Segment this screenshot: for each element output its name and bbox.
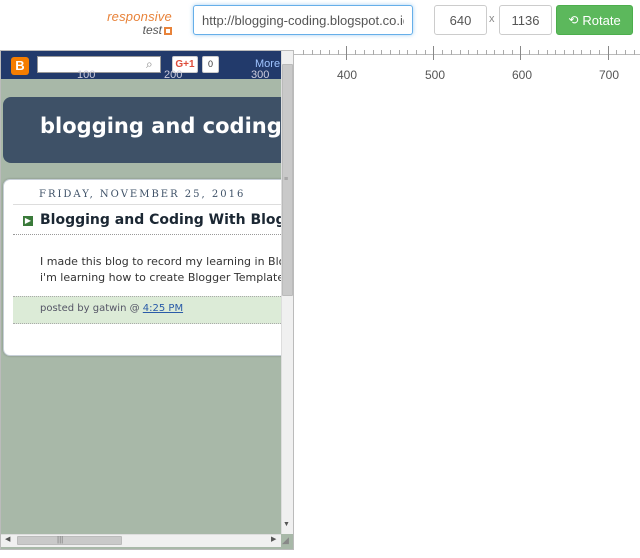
ruler-tick: [494, 50, 495, 55]
ruler-tick: [312, 50, 313, 55]
ruler-tick: [634, 50, 635, 55]
height-input[interactable]: [499, 5, 552, 35]
url-input[interactable]: [193, 5, 413, 35]
ruler-tick: [616, 50, 617, 55]
ruler-tick: [338, 50, 339, 55]
gplus-count: 0: [202, 56, 219, 73]
ruler-label-400: 400: [336, 68, 358, 82]
post-author: posted by gatwin @: [40, 303, 143, 314]
ruler-tick: [381, 50, 382, 55]
search-icon[interactable]: ⌕: [146, 57, 153, 72]
responsive-test-logo[interactable]: responsive test: [98, 10, 172, 36]
resize-grip-icon[interactable]: ◢: [282, 535, 289, 546]
scroll-grip-icon: |||: [57, 535, 64, 544]
ruler-tick: [529, 50, 530, 55]
rotate-button[interactable]: ⟲ Rotate: [556, 5, 633, 35]
logo-line1: responsive: [107, 9, 172, 24]
divider: [13, 204, 283, 205]
ruler-tick: [538, 50, 539, 55]
ruler-tick: [599, 50, 600, 55]
ruler-tick: [625, 50, 626, 55]
ruler-tick: [329, 50, 330, 55]
ruler-tick: [399, 50, 400, 55]
responsive-test-app: responsive test x ⟲ Rotate 400 500 600 7…: [0, 0, 640, 558]
rotate-label: Rotate: [582, 12, 621, 28]
ruler-tick: [416, 50, 417, 55]
ruler-tick: [590, 50, 591, 55]
width-input[interactable]: [434, 5, 487, 35]
ruler-tick: [303, 50, 304, 55]
ruler-tick: [346, 46, 347, 60]
navbar-search-input[interactable]: [37, 56, 161, 73]
ruler-tick: [573, 50, 574, 55]
blog-title[interactable]: blogging and coding wi: [40, 114, 293, 138]
ruler-label-300: 300: [251, 69, 270, 81]
ruler-tick: [320, 50, 321, 55]
ruler-label-700: 700: [598, 68, 620, 82]
device-viewport[interactable]: B ⌕ G+1 0 100 200 300 More blogging and …: [0, 50, 294, 550]
blogger-logo-icon[interactable]: B: [11, 57, 29, 75]
ruler-tick: [442, 50, 443, 55]
dimension-separator: x: [489, 13, 495, 25]
ruler-tick: [373, 50, 374, 55]
ruler-tick: [364, 50, 365, 55]
scroll-right-arrow-icon[interactable]: ▶: [271, 535, 276, 543]
ruler-label-100: 100: [77, 69, 96, 81]
post-body-line: I made this blog to record my learning i…: [40, 255, 294, 268]
rotate-icon: ⟲: [568, 13, 579, 27]
ruler-tick: [564, 50, 565, 55]
post-footer-text: posted by gatwin @ 4:25 PM: [40, 303, 183, 314]
ruler-tick: [390, 50, 391, 55]
ruler-tick: [547, 50, 548, 55]
navbar-more-link[interactable]: More: [255, 58, 280, 70]
ruler-tick: [451, 50, 452, 55]
ruler-tick: [608, 46, 609, 60]
ruler-label-200: 200: [164, 69, 183, 81]
ruler-tick: [477, 50, 478, 55]
horizontal-scroll-thumb[interactable]: [17, 536, 122, 545]
post-title[interactable]: Blogging and Coding With Blogspot: [40, 212, 293, 228]
blogger-navbar: B ⌕ G+1 0 100 200 300 More: [1, 51, 281, 81]
ruler-tick: [520, 46, 521, 60]
ruler-tick: [486, 50, 487, 55]
scroll-down-arrow-icon[interactable]: ▼: [283, 521, 290, 528]
post-body: I made this blog to record my learning i…: [40, 254, 294, 286]
ruler-tick: [555, 50, 556, 55]
ruler-tick: [407, 50, 408, 55]
post-time-link[interactable]: 4:25 PM: [143, 303, 183, 314]
arrow-right-icon: ▶: [23, 216, 33, 226]
logo-square-icon: [164, 27, 172, 35]
ruler-label-500: 500: [424, 68, 446, 82]
ruler-tick: [355, 50, 356, 55]
divider: [13, 234, 283, 235]
scroll-grip-icon: ≡: [284, 176, 289, 183]
post-body-line: i'm learning how to create Blogger Templ…: [40, 271, 288, 284]
ruler-tick: [425, 50, 426, 55]
post-date: FRIDAY, NOVEMBER 25, 2016: [39, 189, 246, 200]
ruler-tick: [581, 50, 582, 55]
ruler-tick: [512, 50, 513, 55]
ruler-tick: [503, 50, 504, 55]
ruler-tick: [468, 50, 469, 55]
logo-line2: test: [98, 24, 172, 36]
ruler-label-600: 600: [511, 68, 533, 82]
ruler-tick: [433, 46, 434, 60]
scroll-left-arrow-icon[interactable]: ◀: [5, 535, 10, 543]
ruler-tick: [460, 50, 461, 55]
